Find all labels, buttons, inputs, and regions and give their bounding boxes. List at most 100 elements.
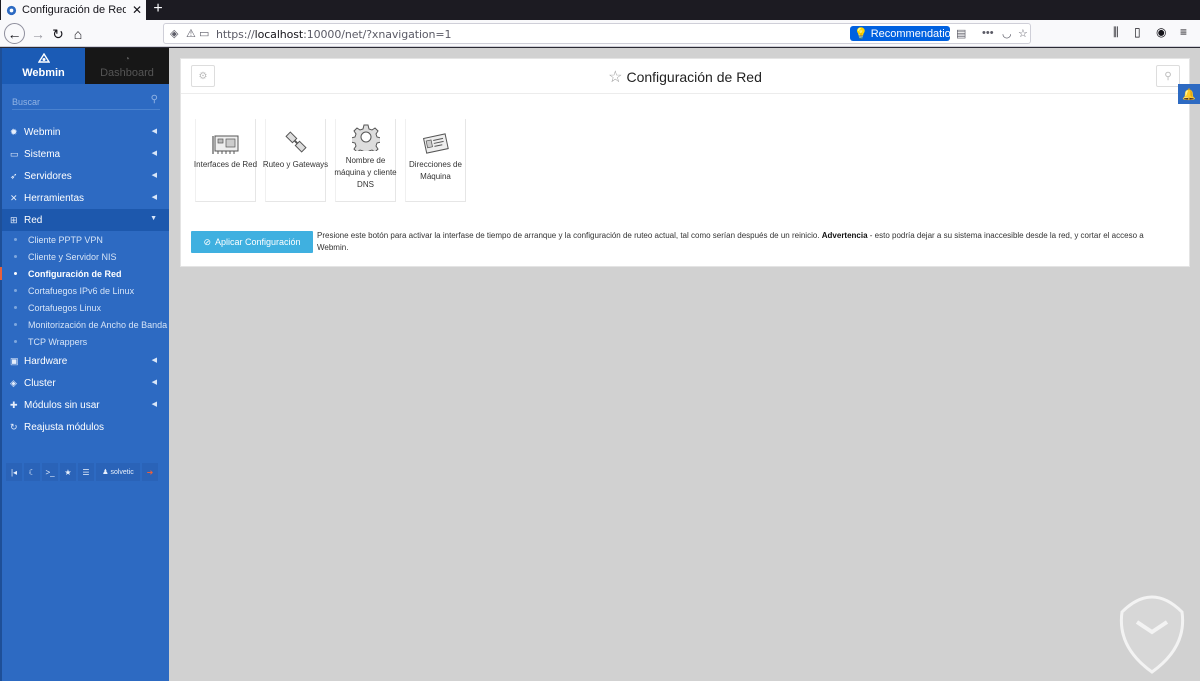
module-ruteo-y-gateways[interactable]: Ruteo y Gateways [263, 119, 328, 202]
user-icon: ♟ [102, 469, 109, 476]
module-direcciones-de-maquina[interactable]: Direcciones de Máquina [405, 119, 466, 202]
sidebar-item-hardware[interactable]: ▣ Hardware ◀ [2, 350, 169, 372]
chevron-down-icon: ▼ [150, 215, 157, 222]
check-circle-icon: ⊘ [203, 236, 211, 247]
library-icon[interactable]: ⫼ [1113, 25, 1119, 40]
user-label: solvetic [110, 468, 134, 476]
sidebar-item-label: Hardware [24, 355, 68, 367]
gear-icon: ✹ [10, 126, 18, 137]
browser-tab[interactable]: Configuración de Red — ✕ [1, 0, 146, 20]
layers-icon: ◈ [10, 377, 17, 388]
page-title-text: Configuración de Red [626, 69, 762, 85]
forward-arrow-icon[interactable]: → [28, 24, 48, 44]
lock-warning-icon[interactable]: ⚠ [186, 27, 196, 40]
notifications-bell-icon[interactable]: 🔔 [1178, 84, 1200, 104]
cog-icon [351, 124, 380, 151]
sidebar-item-label: Sistema [24, 148, 61, 160]
user-button[interactable]: ♟ solvetic [96, 463, 140, 481]
collapse-sidebar-icon[interactable]: |◂ [6, 463, 22, 481]
shield-icon[interactable]: ◈ [170, 27, 178, 40]
search-icon[interactable]: ⚲ [151, 94, 158, 105]
url-bar[interactable]: ◈ ⚠ ▭ https://localhost:10000/net/?xnavi… [163, 23, 1031, 44]
apply-desc-text: Presione este botón para activar la inte… [317, 231, 822, 240]
sidebar-item-cluster[interactable]: ◈ Cluster ◀ [2, 372, 169, 394]
network-icon: ⊞ [10, 214, 18, 225]
sidebar-item-label: Módulos sin usar [24, 399, 100, 411]
sidebar-bottom-toolbar: |◂ ☾ >_ ★ ☰ ♟ solvetic ➜ [6, 463, 166, 481]
sidebar-item-label: Reajusta módulos [24, 421, 105, 433]
sidebar-item-servidores[interactable]: ➶ Servidores ◀ [2, 165, 169, 187]
home-icon[interactable]: ⌂ [68, 24, 88, 44]
recommendation-label: Recommendation [870, 27, 957, 40]
sidebar-item-label: Webmin [24, 126, 61, 138]
module-label: Nombre de máquina y cliente DNS [334, 156, 397, 189]
chevron-left-icon: ◀ [151, 401, 157, 408]
apply-description: Presione este botón para activar la inte… [317, 230, 1177, 254]
apply-config-button[interactable]: ⊘ Aplicar Configuración [191, 231, 313, 253]
sidebar-item-label: Red [24, 214, 43, 226]
submenu-item[interactable]: Monitorización de Ancho de Banda [2, 316, 169, 333]
tab-dashboard-label: Dashboard [100, 66, 154, 79]
tab-dashboard[interactable]: ◔ Dashboard [85, 48, 169, 84]
page-actions-icon[interactable]: ••• [982, 27, 994, 39]
lightbulb-icon: 💡 [854, 28, 868, 40]
sidebar-item-label: Herramientas [24, 192, 85, 204]
url-text: https://localhost:10000/net/?xnavigation… [216, 28, 452, 41]
tab-close-icon[interactable]: ✕ [131, 3, 143, 17]
reader-view-icon[interactable]: ▤ [956, 27, 966, 40]
submenu-item[interactable]: Cliente PPTP VPN [2, 231, 169, 248]
wrench-icon: ✕ [10, 192, 18, 203]
chevron-left-icon: ◀ [151, 128, 157, 135]
address-card-icon [422, 133, 449, 154]
bookmark-star-icon[interactable]: ☆ [1018, 27, 1028, 40]
submenu-item[interactable]: Cortafuegos IPv6 de Linux [2, 282, 169, 299]
panel-header: ⚙ ☆ Configuración de Red ⚲ [181, 59, 1189, 94]
submenu-item-current[interactable]: Configuración de Red [0, 265, 169, 282]
sidebar-item-webmin[interactable]: ✹ Webmin ◀ [2, 121, 169, 143]
sidebar-search[interactable]: Buscar ⚲ [12, 94, 160, 110]
tab-webmin[interactable]: Webmin [2, 48, 85, 84]
favorite-star-icon[interactable]: ☆ [608, 69, 622, 86]
back-arrow-icon[interactable]: ← [4, 23, 25, 44]
main-panel: ⚙ ☆ Configuración de Red ⚲ Interfaces de … [180, 58, 1190, 267]
browser-tabstrip: Configuración de Red — ✕ + [0, 0, 1200, 20]
terminal-icon[interactable]: >_ [42, 463, 58, 481]
settings-sliders-icon[interactable]: ☰ [78, 463, 94, 481]
sidebar-item-herramientas[interactable]: ✕ Herramientas ◀ [2, 187, 169, 209]
app-menu-icon[interactable]: ≡ [1180, 25, 1187, 39]
submenu-item[interactable]: Cortafuegos Linux [2, 299, 169, 316]
puzzle-icon: ✚ [10, 399, 18, 410]
sidebar-item-red[interactable]: ⊞ Red ▼ [2, 209, 169, 231]
pocket-icon[interactable]: ◡ [1002, 27, 1012, 40]
search-icon[interactable]: ⚲ [1156, 65, 1180, 87]
reload-icon[interactable]: ↻ [48, 24, 68, 44]
night-mode-icon[interactable]: ☾ [24, 463, 40, 481]
favorites-star-icon[interactable]: ★ [60, 463, 76, 481]
sidebar-item-sistema[interactable]: ▭ Sistema ◀ [2, 143, 169, 165]
new-tab-icon[interactable]: + [150, 1, 166, 17]
apply-config-label: Aplicar Configuración [215, 237, 301, 247]
sidebar-item-modulos-sin-usar[interactable]: ✚ Módulos sin usar ◀ [2, 394, 169, 416]
dashboard-gauge-icon: ◔ [123, 53, 131, 65]
chevron-left-icon: ◀ [151, 194, 157, 201]
sidebar: Webmin ◔ Dashboard Buscar ⚲ ✹ Webmin ◀ ▭… [0, 48, 169, 681]
sidebar-item-reajusta-modulos[interactable]: ↻ Reajusta módulos [2, 416, 169, 438]
logout-icon[interactable]: ➜ [142, 463, 158, 481]
recommendation-button[interactable]: 💡 Recommendation [850, 26, 957, 41]
sidebar-toggle-icon[interactable]: ▯ [1134, 25, 1141, 39]
module-interfaces-de-red[interactable]: Interfaces de Red [194, 119, 257, 202]
permissions-icon[interactable]: ▭ [199, 27, 209, 40]
rocket-icon: ➶ [10, 170, 18, 181]
page-title: ☆ Configuración de Red [181, 67, 1189, 87]
tab-webmin-label: Webmin [22, 67, 65, 79]
submenu-item[interactable]: Cliente y Servidor NIS [2, 248, 169, 265]
submenu-item[interactable]: TCP Wrappers [2, 333, 169, 350]
sidebar-item-label: Cluster [24, 377, 56, 389]
account-icon[interactable]: ◉ [1156, 25, 1166, 39]
module-label: Ruteo y Gateways [262, 160, 329, 169]
module-nombre-de-maquina[interactable]: Nombre de máquina y cliente DNS [334, 119, 397, 202]
refresh-icon: ↻ [10, 421, 18, 432]
webmin-logo-icon [37, 53, 50, 63]
route-plug-icon [284, 131, 307, 153]
webmin-favicon-icon [6, 5, 17, 15]
